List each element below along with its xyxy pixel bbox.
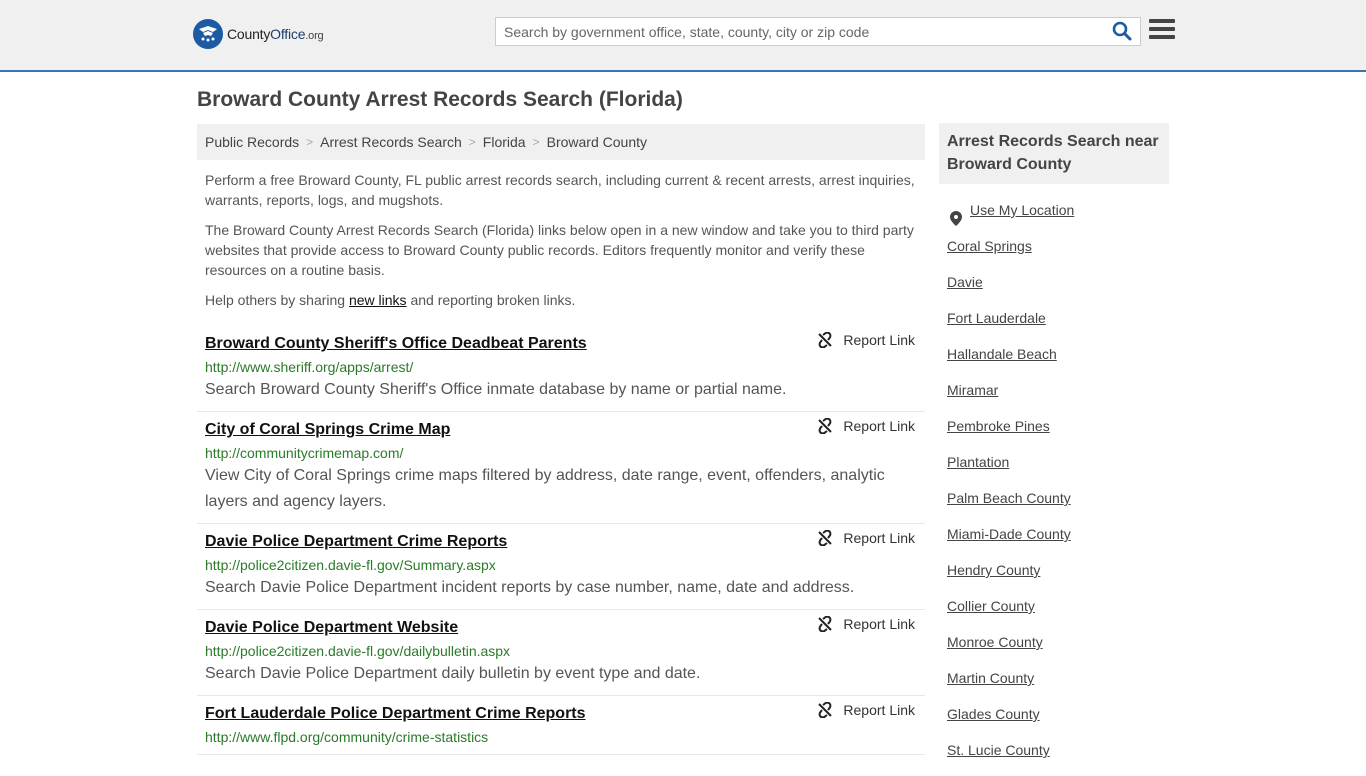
report-link-button[interactable]: Report Link: [817, 616, 915, 632]
search-input[interactable]: [496, 18, 1106, 45]
intro-sharing-text: Help others by sharing new links and rep…: [205, 292, 576, 308]
broken-link-icon: [818, 418, 833, 434]
sidebar-link-fort-lauderdale[interactable]: Fort Lauderdale: [947, 308, 1167, 344]
list-item: Davie Police Department Crime Reports ht…: [197, 524, 925, 610]
sidebar-link-st-lucie-county[interactable]: St. Lucie County: [947, 740, 1167, 776]
site-header: CountyOffice.org: [0, 0, 1366, 72]
intro-paragraph: The Broward County Arrest Records Search…: [205, 222, 914, 278]
report-link-button[interactable]: Report Link: [817, 332, 915, 348]
report-link-button[interactable]: Report Link: [817, 530, 915, 546]
result-description: Search Broward County Sheriff's Office i…: [205, 381, 787, 398]
use-my-location: Use My Location: [947, 200, 1167, 236]
breadcrumb-item[interactable]: Broward County: [547, 134, 647, 150]
sidebar-nearby-list: Use My Location Coral Springs Davie Fort…: [947, 200, 1167, 776]
list-item: Broward County Sheriff's Office Deadbeat…: [197, 326, 925, 412]
sidebar-link-martin-county[interactable]: Martin County: [947, 668, 1167, 704]
broken-link-icon: [818, 530, 833, 546]
page-title: Broward County Arrest Records Search (Fl…: [197, 88, 683, 111]
broken-link-icon: [818, 702, 833, 718]
result-description: Search Davie Police Department incident …: [205, 579, 855, 596]
breadcrumb-item[interactable]: Arrest Records Search: [320, 134, 462, 150]
list-item: Davie Police Department Website http://p…: [197, 610, 925, 696]
result-description: View City of Coral Springs crime maps fi…: [205, 467, 885, 510]
logo-emblem-icon: [193, 19, 223, 49]
results-list: Broward County Sheriff's Office Deadbeat…: [197, 326, 925, 755]
result-title-link[interactable]: Davie Police Department Website: [205, 618, 458, 638]
breadcrumb-item[interactable]: Public Records: [205, 134, 299, 150]
result-url: http://police2citizen.davie-fl.gov/daily…: [205, 643, 511, 659]
breadcrumb: Public Records > Arrest Records Search >…: [197, 124, 925, 160]
sidebar-link-plantation[interactable]: Plantation: [947, 452, 1167, 488]
search-icon: [1112, 21, 1132, 41]
result-title-link[interactable]: Broward County Sheriff's Office Deadbeat…: [205, 334, 587, 354]
sidebar-link-coral-springs[interactable]: Coral Springs: [947, 236, 1167, 272]
sidebar-link-miami-dade-county[interactable]: Miami-Dade County: [947, 524, 1167, 560]
sidebar-link-hallandale-beach[interactable]: Hallandale Beach: [947, 344, 1167, 380]
intro-paragraph: Perform a free Broward County, FL public…: [205, 172, 915, 208]
menu-hamburger-icon[interactable]: [1149, 19, 1175, 43]
site-logo[interactable]: CountyOffice.org: [193, 19, 324, 49]
use-my-location-link[interactable]: Use My Location: [970, 200, 1074, 236]
sidebar-heading: Arrest Records Search near Broward Count…: [939, 123, 1169, 184]
sidebar-link-monroe-county[interactable]: Monroe County: [947, 632, 1167, 668]
result-title-link[interactable]: Davie Police Department Crime Reports: [205, 532, 507, 552]
breadcrumb-separator-icon: >: [468, 135, 476, 149]
sidebar-link-hendry-county[interactable]: Hendry County: [947, 560, 1167, 596]
location-pin-icon: [950, 210, 962, 226]
report-link-button[interactable]: Report Link: [817, 418, 915, 434]
list-item: City of Coral Springs Crime Map http://c…: [197, 412, 925, 524]
result-url: http://www.sheriff.org/apps/arrest/: [205, 359, 414, 375]
result-url: http://communitycrimemap.com/: [205, 445, 404, 461]
sidebar-link-pembroke-pines[interactable]: Pembroke Pines: [947, 416, 1167, 452]
logo-text: CountyOffice.org: [227, 26, 324, 42]
result-title-link[interactable]: Fort Lauderdale Police Department Crime …: [205, 704, 586, 724]
breadcrumb-separator-icon: >: [306, 135, 314, 149]
sidebar-link-miramar[interactable]: Miramar: [947, 380, 1167, 416]
search-box: [495, 17, 1141, 46]
search-button[interactable]: [1112, 21, 1134, 43]
breadcrumb-item[interactable]: Florida: [483, 134, 526, 150]
sidebar-link-davie[interactable]: Davie: [947, 272, 1167, 308]
list-item: Fort Lauderdale Police Department Crime …: [197, 696, 925, 755]
broken-link-icon: [818, 332, 833, 348]
result-title-link[interactable]: City of Coral Springs Crime Map: [205, 420, 450, 440]
breadcrumb-separator-icon: >: [532, 135, 540, 149]
result-description: Search Davie Police Department daily bul…: [205, 665, 701, 682]
sidebar-link-collier-county[interactable]: Collier County: [947, 596, 1167, 632]
sidebar-link-glades-county[interactable]: Glades County: [947, 704, 1167, 740]
result-url: http://police2citizen.davie-fl.gov/Summa…: [205, 557, 496, 573]
sidebar-link-palm-beach-county[interactable]: Palm Beach County: [947, 488, 1167, 524]
new-links-link[interactable]: new links: [349, 292, 407, 308]
broken-link-icon: [818, 616, 833, 632]
report-link-button[interactable]: Report Link: [817, 702, 915, 718]
result-url: http://www.flpd.org/community/crime-stat…: [205, 729, 489, 745]
